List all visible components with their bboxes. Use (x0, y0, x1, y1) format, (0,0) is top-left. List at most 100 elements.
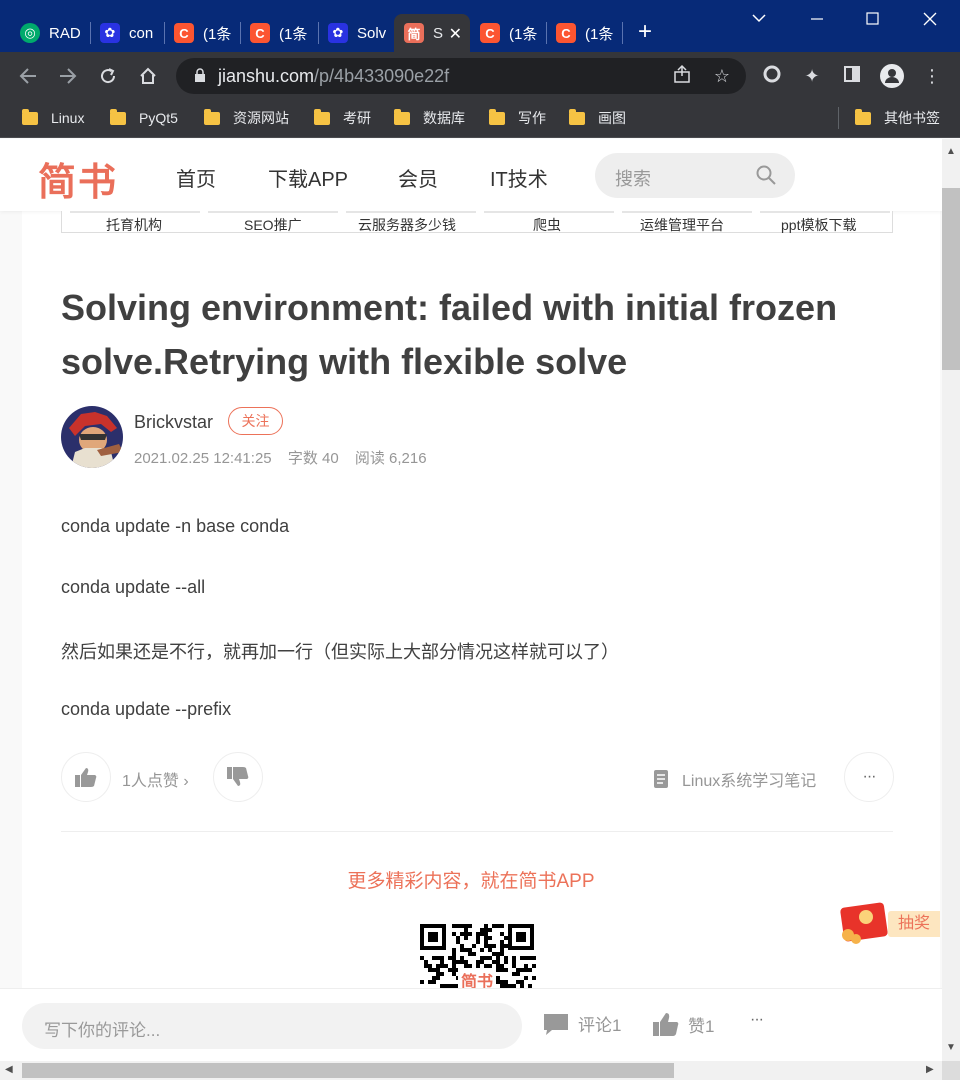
new-tab-icon[interactable]: + (638, 20, 652, 44)
nav-download-app[interactable]: 下载APP (268, 163, 348, 192)
bookmark-folder[interactable]: Linux (22, 108, 84, 128)
home-icon[interactable] (136, 64, 160, 88)
bookmark-star-icon[interactable]: ☆ (710, 64, 734, 88)
folder-icon (22, 108, 38, 125)
nav-membership[interactable]: 会员 (398, 163, 438, 192)
more-options-button[interactable]: ··· (844, 752, 894, 802)
publish-date: 2021.02.25 12:41:25 (134, 450, 272, 467)
ad-link[interactable]: ppt模板下载 (781, 215, 856, 235)
browser-tab[interactable]: ✿ Solv (318, 14, 388, 52)
browser-tab[interactable]: C (1条 (470, 14, 544, 52)
like-count[interactable]: 1人点赞 › (122, 767, 189, 791)
scroll-up-icon[interactable]: ▲ (946, 146, 956, 157)
vertical-scroll-thumb[interactable] (942, 188, 960, 370)
comments-button[interactable]: 评论1 (542, 1011, 621, 1036)
like-button[interactable] (61, 752, 111, 802)
dislike-button[interactable] (213, 752, 263, 802)
thumbs-up-icon (653, 1013, 679, 1036)
profile-icon[interactable] (880, 64, 904, 88)
lock-icon[interactable] (194, 68, 206, 82)
browser-titlebar: ◎ RAD ✿ con C (1条 C (1条 ✿ Solv 简 S ✕ C (… (0, 0, 960, 52)
divider (61, 831, 893, 832)
ad-link[interactable]: 运维管理平台 (640, 215, 724, 235)
ad-bar: 托育机构 SEO推广 云服务器多少钱 爬虫 运维管理平台 ppt模板下载 (61, 211, 893, 233)
notebook-link[interactable]: Linux系统学习笔记 (652, 767, 816, 791)
extensions-puzzle-icon[interactable]: ✦ (800, 64, 824, 88)
browser-tab[interactable]: ✿ con (90, 14, 160, 52)
scroll-right-icon[interactable]: ▶ (926, 1064, 934, 1075)
article-paragraph: conda update -n base conda (61, 516, 290, 536)
tab-search-chevron-icon[interactable] (752, 10, 766, 28)
baidu-icon: ✿ (100, 23, 120, 43)
ad-link[interactable]: 爬虫 (533, 215, 561, 235)
jianshu-icon: 简 (404, 23, 424, 43)
scroll-left-icon[interactable]: ◀ (5, 1064, 13, 1075)
chevron-right-icon: › (183, 773, 189, 790)
browser-tab[interactable]: C (1条 (546, 14, 620, 52)
side-panel-icon[interactable] (840, 64, 864, 88)
ad-divider (70, 211, 200, 213)
bookmark-folder[interactable]: 写作 (489, 108, 546, 128)
bookmark-folder[interactable]: 考研 (314, 108, 371, 128)
author-name[interactable]: Brickvstar (134, 412, 213, 433)
thumbs-up-icon (75, 768, 97, 787)
ad-divider (622, 211, 752, 213)
browser-tab[interactable]: ◎ RAD (10, 14, 88, 52)
maximize-icon[interactable] (866, 12, 880, 31)
folder-icon (569, 108, 585, 125)
lottery-label[interactable]: 抽奖 (888, 911, 940, 937)
csdn-icon: C (556, 23, 576, 43)
nav-it-tech[interactable]: IT技术 (490, 163, 548, 192)
menu-kebab-icon[interactable]: ⋮ (920, 64, 944, 88)
bookmark-folder[interactable]: 数据库 (394, 108, 465, 128)
bookmark-folder[interactable]: 画图 (569, 108, 626, 128)
notebook-icon (654, 770, 668, 788)
ad-divider (208, 211, 338, 213)
like-bottom-button[interactable]: 赞1 (652, 1011, 714, 1037)
comment-bubble-icon (544, 1013, 568, 1035)
search-input[interactable]: 搜索 (595, 153, 795, 198)
reload-icon[interactable] (96, 64, 120, 88)
minimize-icon[interactable] (810, 8, 824, 27)
nav-home[interactable]: 首页 (176, 163, 216, 192)
ad-link[interactable]: SEO推广 (244, 215, 302, 235)
share-icon[interactable] (670, 64, 694, 88)
close-window-icon[interactable] (922, 11, 938, 32)
bookmarks-separator (838, 107, 839, 129)
page-viewport: 简书 首页 下载APP 会员 IT技术 搜索 托育机构 SEO推广 云服务器多少… (0, 139, 942, 1061)
app-promo-link[interactable]: 更多精彩内容，就在简书APP (0, 866, 942, 893)
scroll-down-icon[interactable]: ▼ (946, 1042, 956, 1053)
bookmark-folder[interactable]: PyQt5 (110, 108, 178, 128)
ad-link[interactable]: 云服务器多少钱 (358, 215, 456, 235)
baidu-icon: ✿ (328, 23, 348, 43)
browser-tab-active[interactable]: 简 S ✕ (394, 14, 470, 52)
close-tab-icon[interactable]: ✕ (449, 24, 462, 44)
forward-icon[interactable] (56, 64, 80, 88)
folder-icon (394, 108, 410, 125)
address-bar[interactable]: jianshu.com/p/4b433090e22f ☆ (176, 58, 746, 94)
ad-link[interactable]: 托育机构 (106, 215, 162, 235)
avatar[interactable] (61, 406, 123, 468)
article-meta: 2021.02.25 12:41:25 字数 40 阅读 6,216 (134, 447, 439, 468)
follow-button[interactable]: 关注 (228, 407, 283, 435)
other-bookmarks[interactable]: 其他书签 (855, 108, 940, 128)
bookmark-folder[interactable]: 资源网站 (204, 108, 289, 128)
browser-tab[interactable]: C (1条 (164, 14, 238, 52)
horizontal-scroll-thumb[interactable] (22, 1063, 674, 1078)
folder-icon (110, 108, 126, 125)
browser-tab[interactable]: C (1条 (240, 14, 314, 52)
back-icon[interactable] (16, 64, 40, 88)
csdn-icon: C (174, 23, 194, 43)
search-icon[interactable] (755, 164, 777, 186)
ad-divider (484, 211, 614, 213)
thumbs-down-icon (227, 767, 249, 786)
more-options-icon[interactable]: ··· (750, 1011, 764, 1029)
article-title: Solving environment: failed with initial… (61, 287, 838, 382)
site-logo[interactable]: 简书 (38, 151, 118, 206)
extension-circle-icon[interactable] (760, 64, 784, 88)
word-count: 字数 40 (287, 450, 339, 467)
comment-input[interactable]: 写下你的评论... (22, 1003, 522, 1049)
article-paragraph: conda update --prefix (61, 699, 232, 719)
tripadvisor-icon: ◎ (20, 23, 40, 43)
ad-divider (760, 211, 890, 213)
